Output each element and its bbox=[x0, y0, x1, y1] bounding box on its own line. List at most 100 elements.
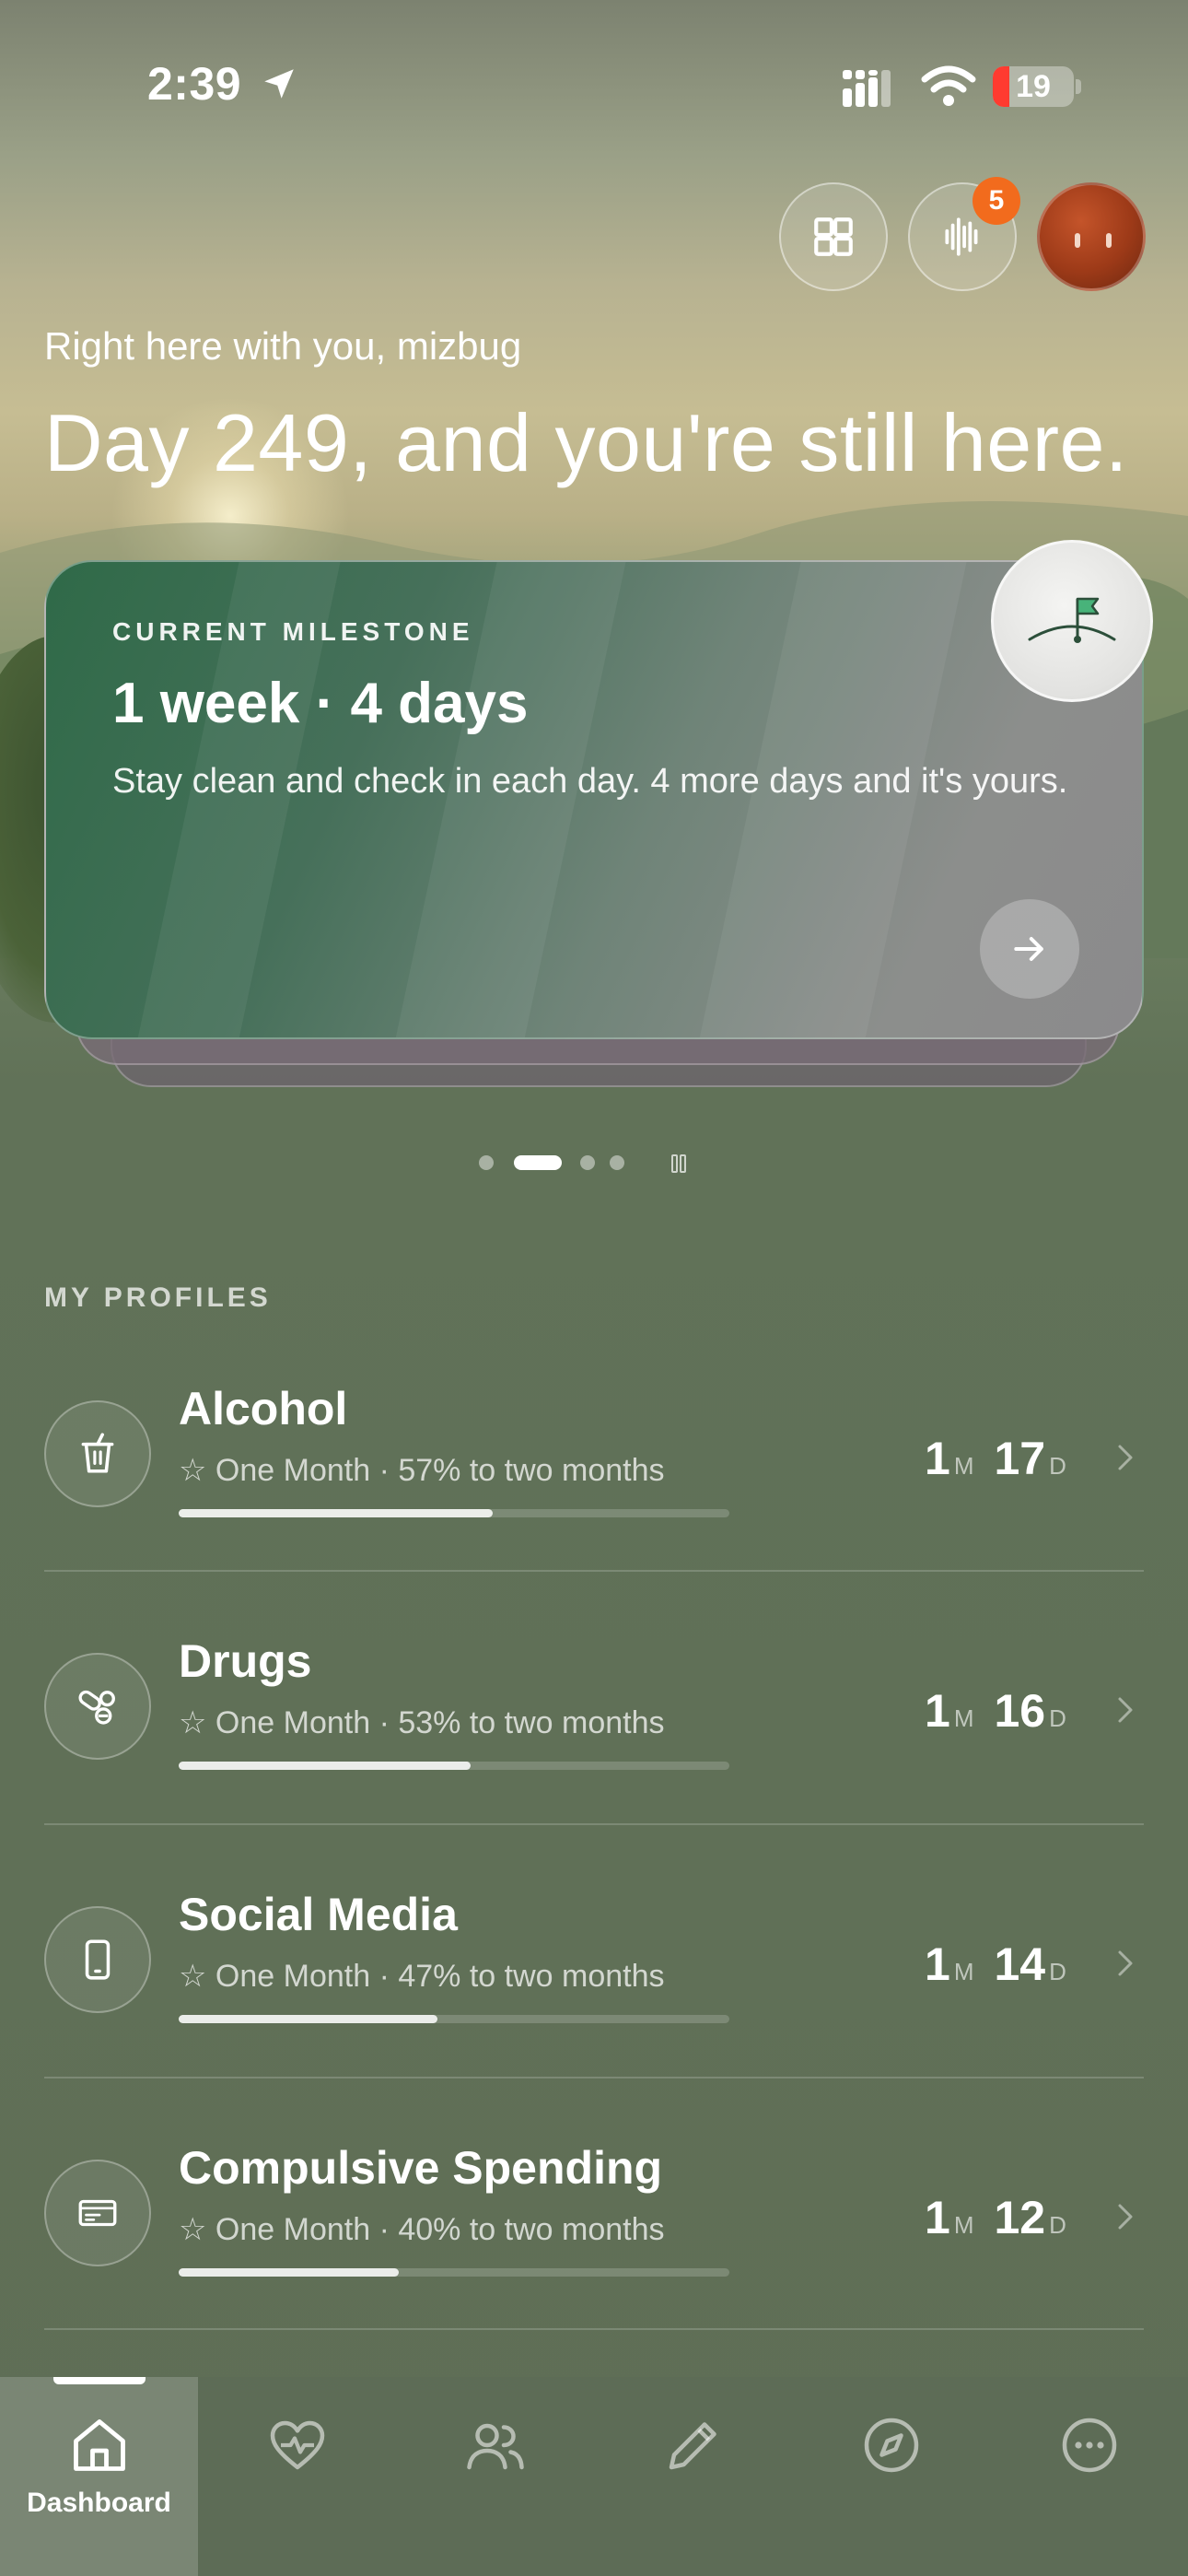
profiles-section-label: MY PROFILES bbox=[44, 1282, 272, 1313]
wifi-icon bbox=[921, 65, 976, 106]
people-icon bbox=[466, 2423, 524, 2470]
pencil-icon bbox=[669, 2422, 716, 2470]
tab-more[interactable] bbox=[990, 2377, 1188, 2576]
duration-months: 1 bbox=[925, 1685, 950, 1737]
chevron-right-icon bbox=[1118, 1697, 1133, 1723]
milestone-description: Stay clean and check in each day. 4 more… bbox=[112, 762, 1068, 801]
profile-subtitle: ☆ One Month · 47% to two months bbox=[179, 1959, 665, 1994]
greeting-title: Day 249, and you're still here. bbox=[44, 397, 1128, 488]
signal-icon bbox=[843, 70, 891, 107]
duration-day-unit: D bbox=[1049, 1704, 1066, 1732]
profile-duration: 1 M 14 D bbox=[925, 1938, 1109, 1993]
tab-community[interactable] bbox=[396, 2377, 594, 2576]
compass-icon bbox=[864, 2418, 918, 2473]
duration-month-unit: M bbox=[953, 1452, 974, 1480]
pager-dot-active[interactable] bbox=[514, 1155, 562, 1170]
location-arrow-icon bbox=[264, 69, 294, 99]
row-divider bbox=[44, 1823, 1144, 1825]
profile-avatar[interactable] bbox=[1037, 182, 1146, 291]
pause-icon[interactable] bbox=[670, 1153, 689, 1174]
row-divider bbox=[44, 1570, 1144, 1572]
duration-day-unit: D bbox=[1049, 1958, 1066, 1985]
tab-label: Dashboard bbox=[27, 2488, 171, 2518]
voice-waveform-icon bbox=[945, 217, 978, 256]
profile-icon-container bbox=[44, 1400, 151, 1507]
profile-progress-fill bbox=[179, 1509, 493, 1517]
profile-progress-bar bbox=[179, 2015, 729, 2023]
duration-months: 1 bbox=[925, 2192, 950, 2243]
tab-bar: Dashboard bbox=[0, 2377, 1188, 2576]
tab-active-indicator bbox=[53, 2377, 146, 2384]
battery-icon: 19 bbox=[993, 66, 1074, 107]
arrow-right-icon bbox=[1014, 936, 1043, 962]
milestone-badge bbox=[991, 540, 1153, 702]
battery-cap bbox=[1076, 79, 1081, 94]
profile-row-alcohol[interactable]: Alcohol ☆ One Month · 57% to two months … bbox=[0, 1317, 1188, 1571]
heart-pulse-icon bbox=[270, 2420, 324, 2470]
tab-health[interactable] bbox=[198, 2377, 396, 2576]
chevron-right-icon bbox=[1118, 1445, 1133, 1470]
duration-day-unit: D bbox=[1049, 1452, 1066, 1480]
profile-duration: 1 M 16 D bbox=[925, 1684, 1109, 1739]
pager-dot[interactable] bbox=[479, 1155, 494, 1170]
profile-icon-container bbox=[44, 1653, 151, 1760]
milestone-eyebrow: CURRENT MILESTONE bbox=[112, 617, 474, 646]
duration-days: 14 bbox=[994, 1938, 1046, 1990]
greeting-subtitle: Right here with you, mizbug bbox=[44, 324, 522, 368]
profile-subtitle: ☆ One Month · 57% to two months bbox=[179, 1453, 665, 1488]
profile-progress-bar bbox=[179, 1762, 729, 1770]
duration-months: 1 bbox=[925, 1433, 950, 1484]
tab-explore[interactable] bbox=[792, 2377, 990, 2576]
golf-flag-icon bbox=[1028, 597, 1116, 643]
profile-progress-fill bbox=[179, 1762, 471, 1770]
milestone-card[interactable]: CURRENT MILESTONE 1 week · 4 days Stay c… bbox=[44, 560, 1144, 1039]
pager-dot[interactable] bbox=[580, 1155, 595, 1170]
duration-day-unit: D bbox=[1049, 2211, 1066, 2239]
avatar-eye-left bbox=[1075, 233, 1080, 248]
tab-dashboard[interactable]: Dashboard bbox=[0, 2377, 198, 2576]
pills-icon bbox=[78, 1690, 115, 1725]
carousel-pager bbox=[479, 1153, 709, 1174]
pager-dot[interactable] bbox=[610, 1155, 624, 1170]
widgets-button[interactable] bbox=[779, 182, 888, 291]
profile-icon-container bbox=[44, 1906, 151, 2013]
duration-days: 16 bbox=[994, 1685, 1046, 1737]
profile-name: Social Media bbox=[179, 1889, 458, 1940]
duration-months: 1 bbox=[925, 1938, 950, 1990]
profile-duration: 1 M 12 D bbox=[925, 2191, 1109, 2246]
tab-journal[interactable] bbox=[594, 2377, 792, 2576]
row-divider bbox=[44, 2328, 1144, 2330]
profile-icon-container bbox=[44, 2160, 151, 2266]
duration-month-unit: M bbox=[953, 1958, 974, 1985]
widgets-grid-icon bbox=[814, 217, 853, 256]
profile-duration: 1 M 17 D bbox=[925, 1432, 1109, 1487]
chevron-right-icon bbox=[1118, 2204, 1133, 2230]
profile-name: Drugs bbox=[179, 1635, 312, 1687]
profile-row-compulsive-spending[interactable]: Compulsive Spending ☆ One Month · 40% to… bbox=[0, 2077, 1188, 2330]
profile-subtitle: ☆ One Month · 40% to two months bbox=[179, 2212, 665, 2247]
battery-level: 19 bbox=[1016, 69, 1051, 104]
duration-month-unit: M bbox=[953, 1704, 974, 1732]
status-time: 2:39 bbox=[147, 58, 242, 110]
avatar-eye-right bbox=[1106, 233, 1112, 248]
cash-icon bbox=[78, 2199, 117, 2227]
profile-name: Alcohol bbox=[179, 1383, 348, 1434]
screen: 2:39 19 5 Right here with you, mizbug Da… bbox=[0, 0, 1188, 2576]
milestone-arrow-button[interactable] bbox=[980, 899, 1079, 999]
profile-progress-bar bbox=[179, 1509, 729, 1517]
notification-badge: 5 bbox=[973, 177, 1020, 225]
profile-subtitle: ☆ One Month · 53% to two months bbox=[179, 1705, 665, 1740]
profile-row-social-media[interactable]: Social Media ☆ One Month · 47% to two mo… bbox=[0, 1823, 1188, 2077]
phone-icon bbox=[85, 1939, 111, 1980]
chevron-right-icon bbox=[1118, 1950, 1133, 1976]
row-divider bbox=[44, 2077, 1144, 2078]
status-bar: 2:39 19 bbox=[0, 0, 1188, 138]
profile-progress-fill bbox=[179, 2015, 438, 2023]
home-icon bbox=[73, 2419, 125, 2471]
profile-progress-fill bbox=[179, 2268, 400, 2277]
profile-row-drugs[interactable]: Drugs ☆ One Month · 53% to two months 1M… bbox=[0, 1570, 1188, 1823]
duration-days: 17 bbox=[994, 1433, 1046, 1484]
cup-icon bbox=[81, 1433, 114, 1473]
duration-days: 12 bbox=[994, 2192, 1046, 2243]
profile-progress-bar bbox=[179, 2268, 729, 2277]
